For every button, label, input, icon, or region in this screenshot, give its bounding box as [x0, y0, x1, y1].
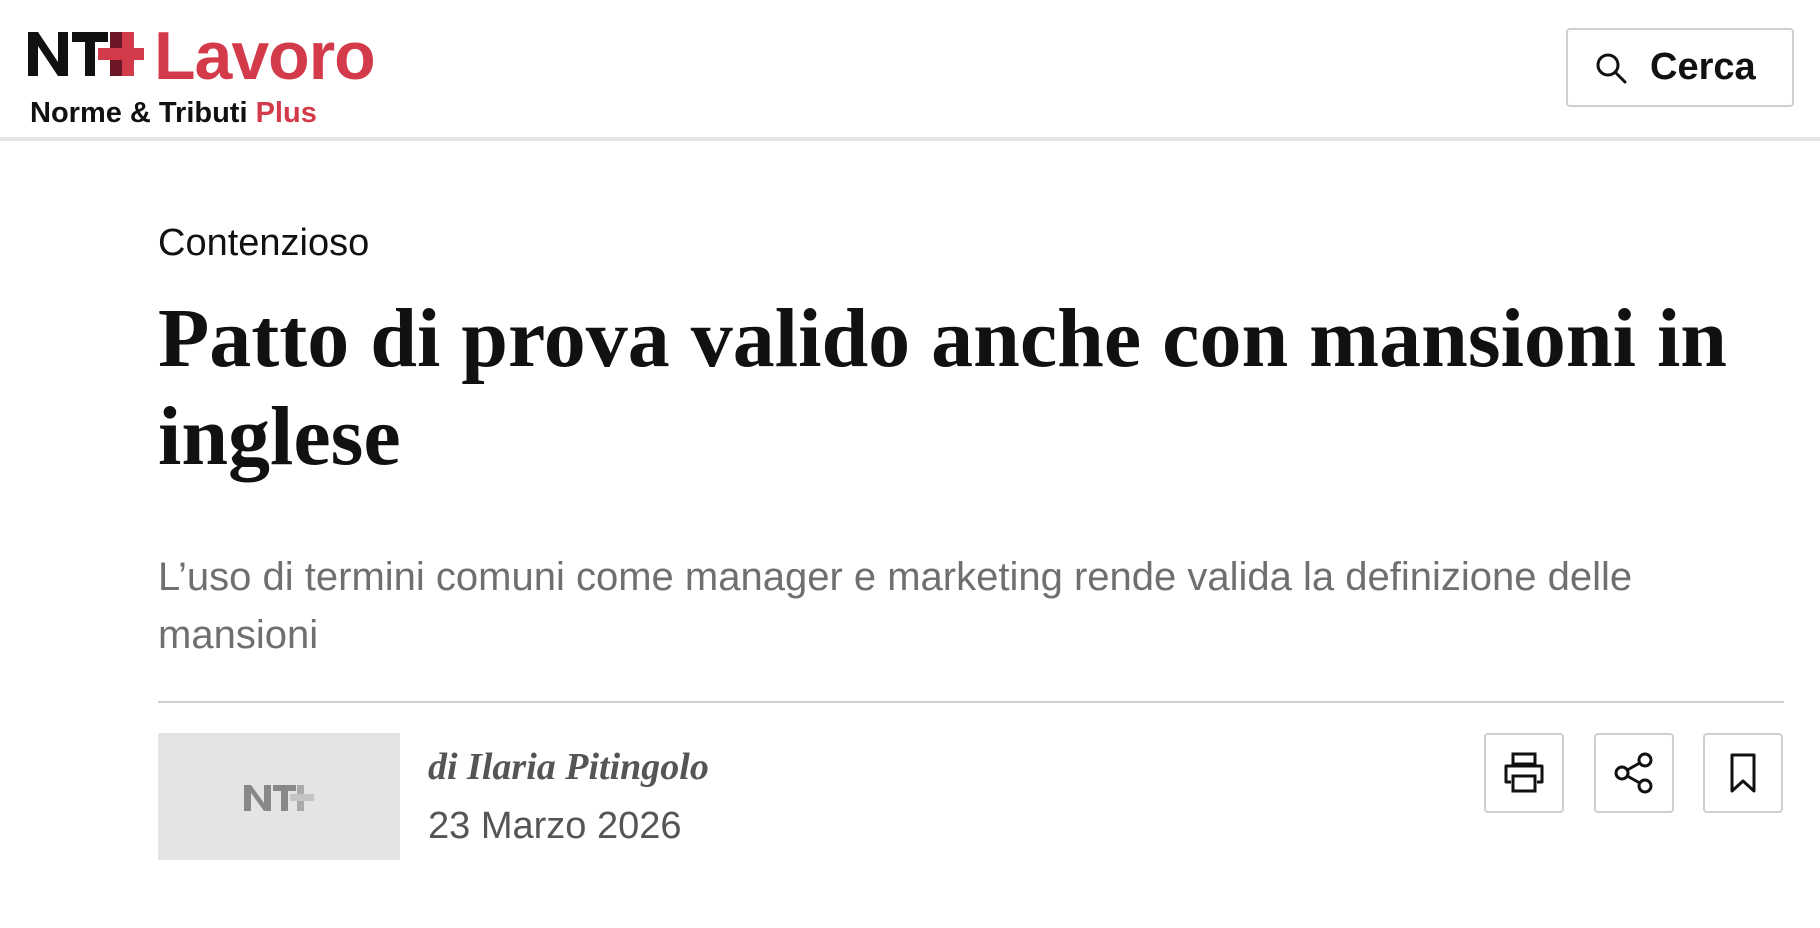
- search-label: Cerca: [1650, 46, 1756, 88]
- article-byline[interactable]: di Ilaria Pitingolo: [428, 745, 709, 789]
- article-subtitle: L’uso di termini comuni come manager e m…: [158, 555, 1633, 657]
- printer-icon: [1504, 752, 1544, 793]
- site-header: Lavoro Norme & Tributi Plus Cerca: [0, 0, 1820, 141]
- nt-plus-placeholder-icon: [244, 785, 314, 811]
- print-button[interactable]: [1484, 733, 1564, 813]
- article-title: Patto di prova valido anche con mansioni…: [158, 292, 1728, 483]
- nt-plus-logo-icon: [28, 32, 144, 76]
- divider: [158, 701, 1784, 703]
- author-thumbnail: [158, 733, 400, 860]
- logo-brand: Lavoro: [154, 18, 376, 94]
- logo-tagline-plus: Plus: [255, 97, 317, 129]
- search-button[interactable]: Cerca: [1566, 28, 1794, 107]
- section-label[interactable]: Contenzioso: [158, 222, 369, 265]
- search-icon: [1596, 53, 1627, 83]
- logo-tagline: Norme & Tributi Plus: [30, 98, 317, 128]
- share-icon: [1614, 752, 1653, 794]
- bookmark-icon: [1730, 753, 1756, 793]
- share-button[interactable]: [1594, 733, 1674, 813]
- logo-tagline-text: Norme & Tributi: [30, 97, 248, 129]
- article-date: 23 Marzo 2026: [428, 805, 682, 847]
- site-logo[interactable]: Lavoro Norme & Tributi Plus: [28, 18, 398, 128]
- bookmark-button[interactable]: [1703, 733, 1783, 813]
